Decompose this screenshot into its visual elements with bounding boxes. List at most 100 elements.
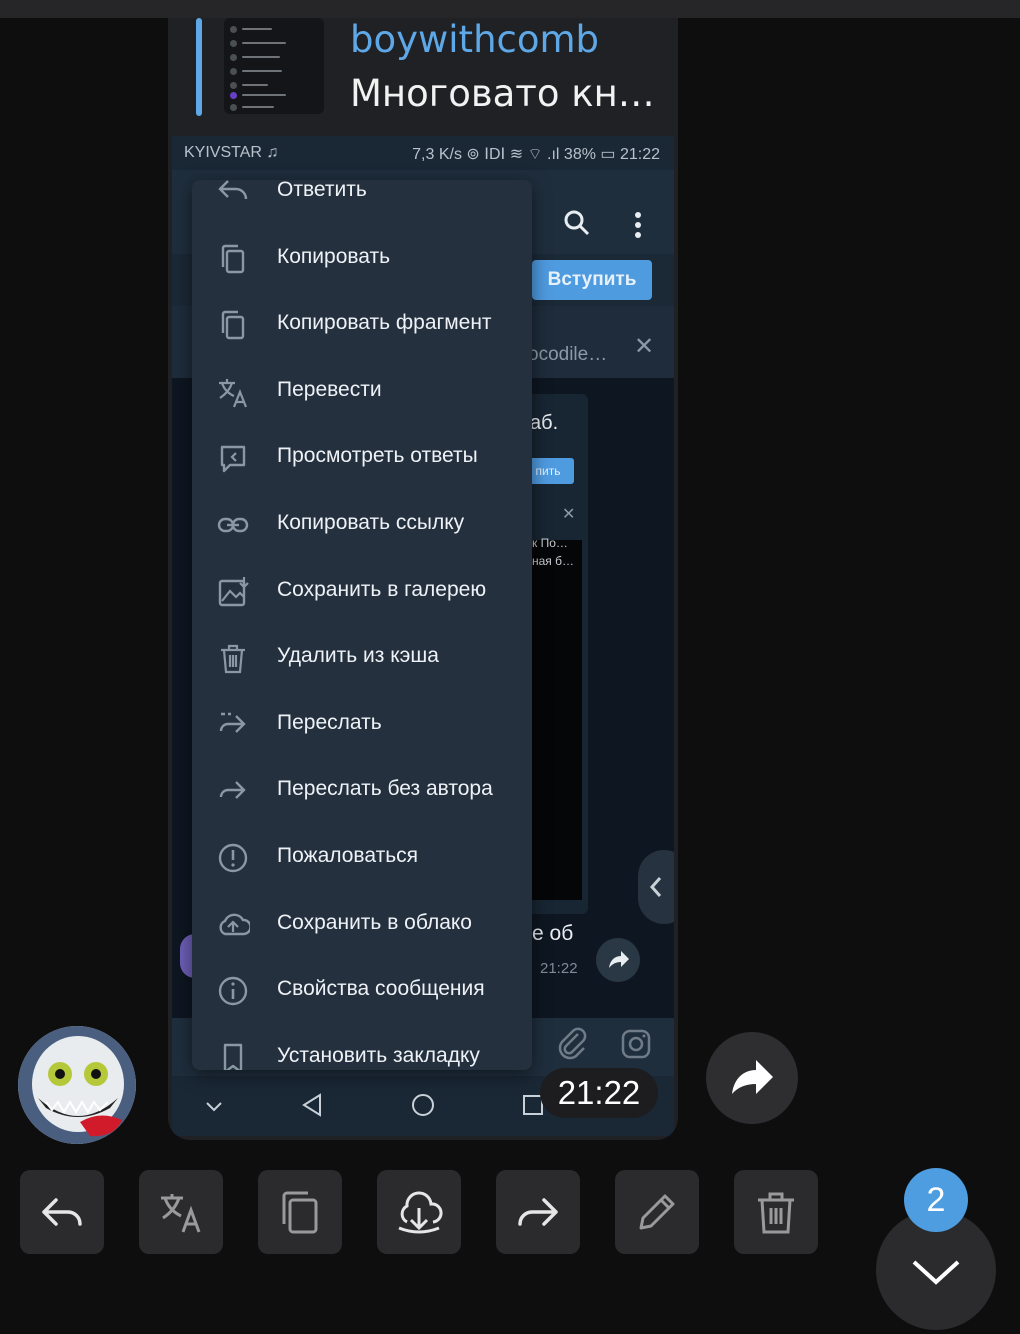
menu-item-label: Пожаловаться bbox=[277, 844, 419, 867]
menu-item-label: Копировать ссылку bbox=[277, 511, 465, 534]
avatar-image bbox=[18, 1026, 136, 1144]
reply-author: boywithcomb bbox=[350, 18, 600, 61]
edit-button[interactable] bbox=[615, 1170, 699, 1254]
bubble-close-icon: ✕ bbox=[562, 504, 576, 523]
menu-item-label: Просмотреть ответы bbox=[277, 444, 478, 468]
trash-icon bbox=[758, 1192, 794, 1234]
bubble-text: аб. bbox=[530, 412, 559, 434]
translate-icon bbox=[161, 1194, 201, 1233]
thumb-line bbox=[242, 94, 286, 96]
message-time: 21:22 bbox=[540, 1068, 658, 1118]
menu-item[interactable]: Переслать bbox=[192, 691, 532, 757]
reply-thumbnail bbox=[224, 18, 324, 114]
reply-accent-bar bbox=[196, 18, 202, 116]
menu-item-label: Сохранить в облако bbox=[277, 910, 472, 934]
copy-icon bbox=[221, 244, 245, 273]
menu-item[interactable]: Копировать фрагмент bbox=[192, 291, 532, 357]
pinned-snippet: ocodile… bbox=[528, 344, 608, 365]
bookmark-icon bbox=[223, 1043, 243, 1070]
gallery-save-icon bbox=[218, 576, 249, 606]
carrier-label: KYIVSTAR ♫ bbox=[184, 144, 279, 161]
report-icon bbox=[218, 843, 248, 873]
thumb-icon bbox=[230, 92, 237, 99]
unread-count-badge: 2 bbox=[904, 1168, 968, 1232]
back-icon[interactable] bbox=[300, 1092, 324, 1118]
menu-item-label: Свойства сообщения bbox=[277, 977, 485, 1001]
reply-preview[interactable]: boywithcomb Многовато кн… bbox=[168, 18, 678, 136]
copy-fragment-icon bbox=[221, 310, 245, 340]
forward-toolbar-button[interactable] bbox=[496, 1170, 580, 1254]
cloud-upload-icon bbox=[219, 913, 250, 935]
download-button[interactable] bbox=[377, 1170, 461, 1254]
bubble-time: 21:22 bbox=[540, 960, 578, 977]
menu-item-label: Ответить bbox=[277, 180, 367, 201]
message-card: boywithcomb Многовато кн… KYIVSTAR ♫ 7,3… bbox=[168, 18, 678, 1140]
forward-button[interactable] bbox=[706, 1032, 798, 1124]
share-icon bbox=[732, 1060, 773, 1094]
menu-item[interactable]: Ответить bbox=[192, 180, 532, 224]
context-menu: Ответить Копировать Копировать фрагмент Пер… bbox=[192, 180, 532, 1070]
reply-button[interactable] bbox=[20, 1170, 104, 1254]
chevron-left-icon bbox=[649, 877, 662, 897]
cloud-download-icon bbox=[398, 1191, 443, 1234]
menu-item[interactable]: Копировать ссылку bbox=[192, 491, 532, 557]
phone-status-bar: KYIVSTAR ♫ 7,3 K/s ⊚ ⅠDⅠ ≋ ⌔ .ıl 38% ▭ 2… bbox=[172, 136, 674, 170]
menu-item[interactable]: Сохранить в облако bbox=[192, 891, 532, 957]
join-button[interactable]: Вступить bbox=[532, 260, 652, 300]
menu-item-label: Копировать bbox=[277, 244, 391, 268]
reply-icon bbox=[218, 180, 248, 200]
phone-screenshot[interactable]: KYIVSTAR ♫ 7,3 K/s ⊚ ⅠDⅠ ≋ ⌔ .ıl 38% ▭ 2… bbox=[172, 136, 674, 1136]
copy-button[interactable] bbox=[258, 1170, 342, 1254]
menu-item[interactable]: Копировать bbox=[192, 225, 532, 291]
thumb-line bbox=[242, 56, 280, 58]
pencil-icon bbox=[639, 1194, 675, 1230]
reply-icon bbox=[42, 1198, 82, 1226]
menu-item-label: Переслать bbox=[277, 710, 382, 734]
menu-item[interactable]: Переслать без автора bbox=[192, 757, 532, 823]
translate-button[interactable] bbox=[139, 1170, 223, 1254]
menu-item-label: Копировать фрагмент bbox=[277, 311, 492, 335]
info-icon bbox=[218, 976, 248, 1006]
home-icon[interactable] bbox=[410, 1092, 436, 1118]
reply-text: Многовато кн… bbox=[350, 72, 655, 115]
bubble-mini-text: к По… ная б… bbox=[532, 534, 574, 570]
menu-item-label: Сохранить в галерею bbox=[277, 577, 487, 601]
menu-item[interactable]: Пожаловаться bbox=[192, 824, 532, 890]
share-icon bbox=[609, 951, 629, 968]
search-icon[interactable] bbox=[564, 210, 590, 236]
thumb-icon bbox=[230, 26, 237, 33]
link-icon bbox=[217, 517, 249, 533]
user-avatar[interactable] bbox=[18, 1026, 136, 1144]
menu-item[interactable]: Перевести bbox=[192, 358, 532, 424]
menu-item[interactable]: Свойства сообщения bbox=[192, 957, 532, 1023]
instagram-icon[interactable] bbox=[620, 1028, 652, 1060]
thumb-icon bbox=[230, 54, 237, 61]
more-vert-icon[interactable] bbox=[634, 212, 642, 238]
thumb-icon bbox=[230, 68, 237, 75]
menu-item[interactable]: Просмотреть ответы bbox=[192, 424, 532, 490]
trash-icon bbox=[221, 645, 245, 674]
attach-icon[interactable] bbox=[556, 1026, 588, 1060]
delete-button[interactable] bbox=[734, 1170, 818, 1254]
close-icon[interactable]: ✕ bbox=[634, 332, 654, 360]
chevron-down-icon[interactable] bbox=[204, 1096, 224, 1116]
menu-item[interactable]: Установить закладку bbox=[192, 1024, 532, 1070]
thumb-line bbox=[242, 42, 286, 44]
forward-no-author-icon bbox=[219, 781, 246, 800]
menu-item-label: Перевести bbox=[277, 377, 382, 401]
menu-item[interactable]: Удалить из кэша bbox=[192, 624, 532, 690]
thumb-icon bbox=[230, 40, 237, 47]
share-button[interactable] bbox=[596, 938, 640, 982]
thumb-icon bbox=[230, 82, 237, 89]
status-right: 7,3 K/s ⊚ ⅠDⅠ ≋ ⌔ .ıl 38% ▭ 21:22 bbox=[412, 146, 660, 163]
menu-item[interactable]: Сохранить в галерею bbox=[192, 558, 532, 624]
side-collapse-button[interactable] bbox=[638, 850, 674, 924]
copy-icon bbox=[282, 1191, 318, 1234]
top-bar bbox=[0, 0, 1020, 18]
thumb-line bbox=[242, 28, 272, 30]
menu-item-label: Удалить из кэша bbox=[277, 644, 439, 668]
bubble-mini-line: ная б… bbox=[532, 554, 575, 568]
translate-icon bbox=[219, 378, 248, 408]
thumb-line bbox=[242, 106, 274, 108]
bubble-text-bottom: е об bbox=[532, 922, 574, 945]
